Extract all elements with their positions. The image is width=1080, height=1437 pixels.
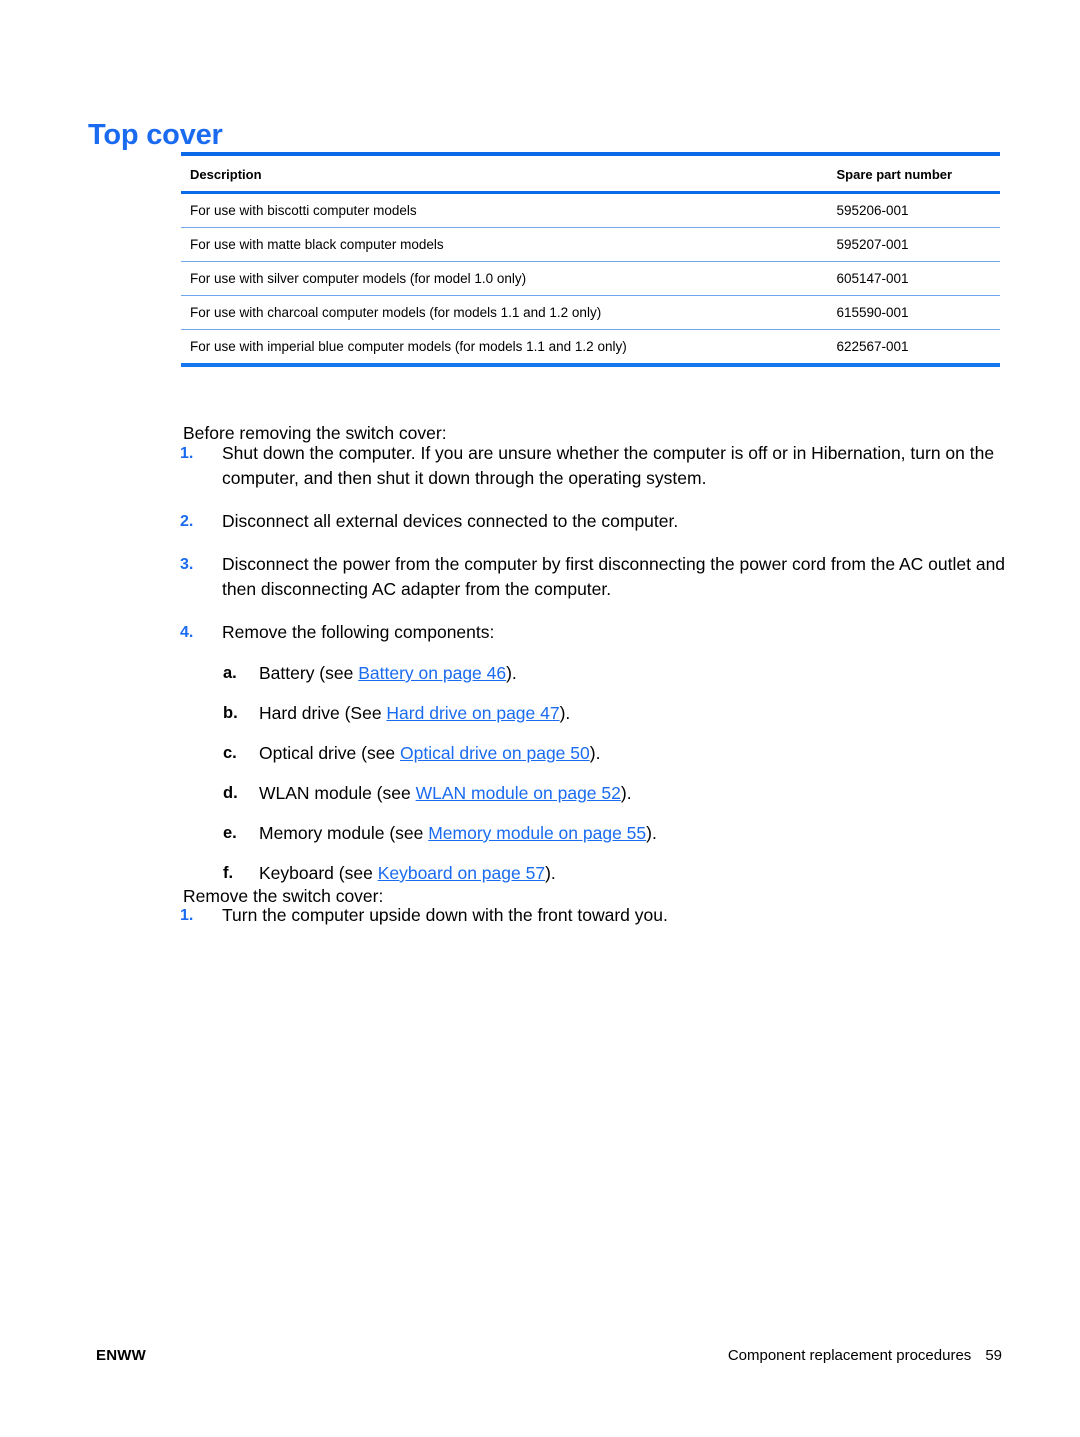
step-marker: 3. xyxy=(180,556,194,573)
table-row: For use with matte black computer models… xyxy=(181,227,1000,262)
cell-part-number: 622567-001 xyxy=(836,339,909,354)
substep-suffix: ). xyxy=(646,823,657,843)
cell-part-number: 615590-001 xyxy=(836,295,1000,330)
substep-prefix: Optical drive (see xyxy=(259,743,401,763)
step-text: Turn the computer upside down with the f… xyxy=(222,905,668,925)
substep-marker: e. xyxy=(223,824,237,842)
table-row: For use with silver computer models (for… xyxy=(181,261,1000,296)
before-section-steps: 1. Shut down the computer. If you are un… xyxy=(180,441,1010,886)
substep-suffix: ). xyxy=(506,663,517,683)
remove-section-steps: 1. Turn the computer upside down with th… xyxy=(180,903,1010,928)
page-title: Top cover xyxy=(88,119,223,152)
substep-prefix: Hard drive (See xyxy=(259,703,387,723)
document-page: Top cover Description Spare part number … xyxy=(0,0,1080,1437)
substep-prefix: WLAN module (see xyxy=(259,783,416,803)
table-row: For use with charcoal computer models (f… xyxy=(181,295,1000,330)
footer-section-title: Component replacement procedures xyxy=(727,1347,972,1364)
cell-description: For use with biscotti computer models xyxy=(181,192,837,228)
substep-prefix: Battery (see xyxy=(259,663,359,683)
cell-part-number: 595206-001 xyxy=(836,192,1000,228)
component-sublist: a. Battery (see Battery on page 46). b. … xyxy=(222,661,1010,886)
cell-part-number: 605147-001 xyxy=(836,261,1000,296)
cross-reference-link-wlan-module[interactable]: WLAN module on page 52 xyxy=(416,783,621,803)
step-marker: 2. xyxy=(180,513,194,530)
cell-description: For use with imperial blue computer mode… xyxy=(190,339,627,354)
footer-left-label: ENWW xyxy=(96,1347,146,1364)
substep-item: e. Memory module (see Memory module on p… xyxy=(223,821,1010,846)
substep-marker: d. xyxy=(223,784,238,802)
substep-suffix: ). xyxy=(559,703,571,723)
step-item: 4. Remove the following components: a. B… xyxy=(180,620,1010,886)
table-body: For use with biscotti computer models 59… xyxy=(181,192,1000,366)
cross-reference-link-hard-drive[interactable]: Hard drive on page 47 xyxy=(386,703,559,723)
step-text: Shut down the computer. If you are unsur… xyxy=(222,443,995,488)
substep-marker: b. xyxy=(223,704,238,722)
step-item: 3. Disconnect the power from the compute… xyxy=(180,552,1010,602)
step-marker: 1. xyxy=(180,445,194,462)
cross-reference-link-battery[interactable]: Battery on page 46 xyxy=(358,663,506,683)
spare-parts-table: Description Spare part number For use wi… xyxy=(181,152,1000,367)
cell-description: For use with charcoal computer models (f… xyxy=(181,295,837,330)
cross-reference-link-memory-module[interactable]: Memory module on page 55 xyxy=(428,823,646,843)
substep-item: d. WLAN module (see WLAN module on page … xyxy=(223,781,1010,806)
step-marker: 1. xyxy=(180,907,194,924)
column-header-description: Description xyxy=(181,154,837,194)
table-row: For use with imperial blue computer mode… xyxy=(181,330,1000,366)
step-text: Remove the following components: xyxy=(222,622,495,642)
substep-item: c. Optical drive (see Optical drive on p… xyxy=(223,741,1010,766)
cell-description: For use with matte black computer models xyxy=(181,227,837,262)
substep-suffix: ). xyxy=(545,863,556,883)
cell-description: For use with silver computer models (for… xyxy=(181,261,837,296)
substep-item: f. Keyboard (see Keyboard on page 57). xyxy=(223,861,1010,886)
table-header: Description Spare part number xyxy=(181,154,1000,194)
footer-right: Component replacement procedures 59 xyxy=(728,1347,1002,1364)
substep-prefix: Keyboard (see xyxy=(259,863,378,883)
column-header-spare-part-number: Spare part number xyxy=(836,154,1000,194)
step-item: 1. Shut down the computer. If you are un… xyxy=(180,441,1010,491)
table-header-row: Description Spare part number xyxy=(181,154,1000,194)
substep-item: a. Battery (see Battery on page 46). xyxy=(223,661,1010,686)
step-text: Disconnect all external devices connecte… xyxy=(222,511,679,531)
substep-marker: a. xyxy=(223,664,237,682)
cross-reference-link-optical-drive[interactable]: Optical drive on page 50 xyxy=(400,743,590,763)
substep-item: b. Hard drive (See Hard drive on page 47… xyxy=(223,701,1010,726)
substep-suffix: ). xyxy=(589,743,601,763)
step-item: 2. Disconnect all external devices conne… xyxy=(180,509,1010,534)
substep-marker: c. xyxy=(223,744,237,762)
footer-page-number: 59 xyxy=(985,1347,1002,1364)
step-marker: 4. xyxy=(180,624,194,641)
table-row: For use with biscotti computer models 59… xyxy=(181,192,1000,228)
step-item: 1. Turn the computer upside down with th… xyxy=(180,903,1010,928)
substep-marker: f. xyxy=(223,864,234,882)
step-text: Disconnect the power from the computer b… xyxy=(222,554,1006,599)
cross-reference-link-keyboard[interactable]: Keyboard on page 57 xyxy=(378,863,545,883)
cell-part-number: 595207-001 xyxy=(836,227,1000,262)
substep-prefix: Memory module (see xyxy=(259,823,429,843)
substep-suffix: ). xyxy=(620,783,632,803)
